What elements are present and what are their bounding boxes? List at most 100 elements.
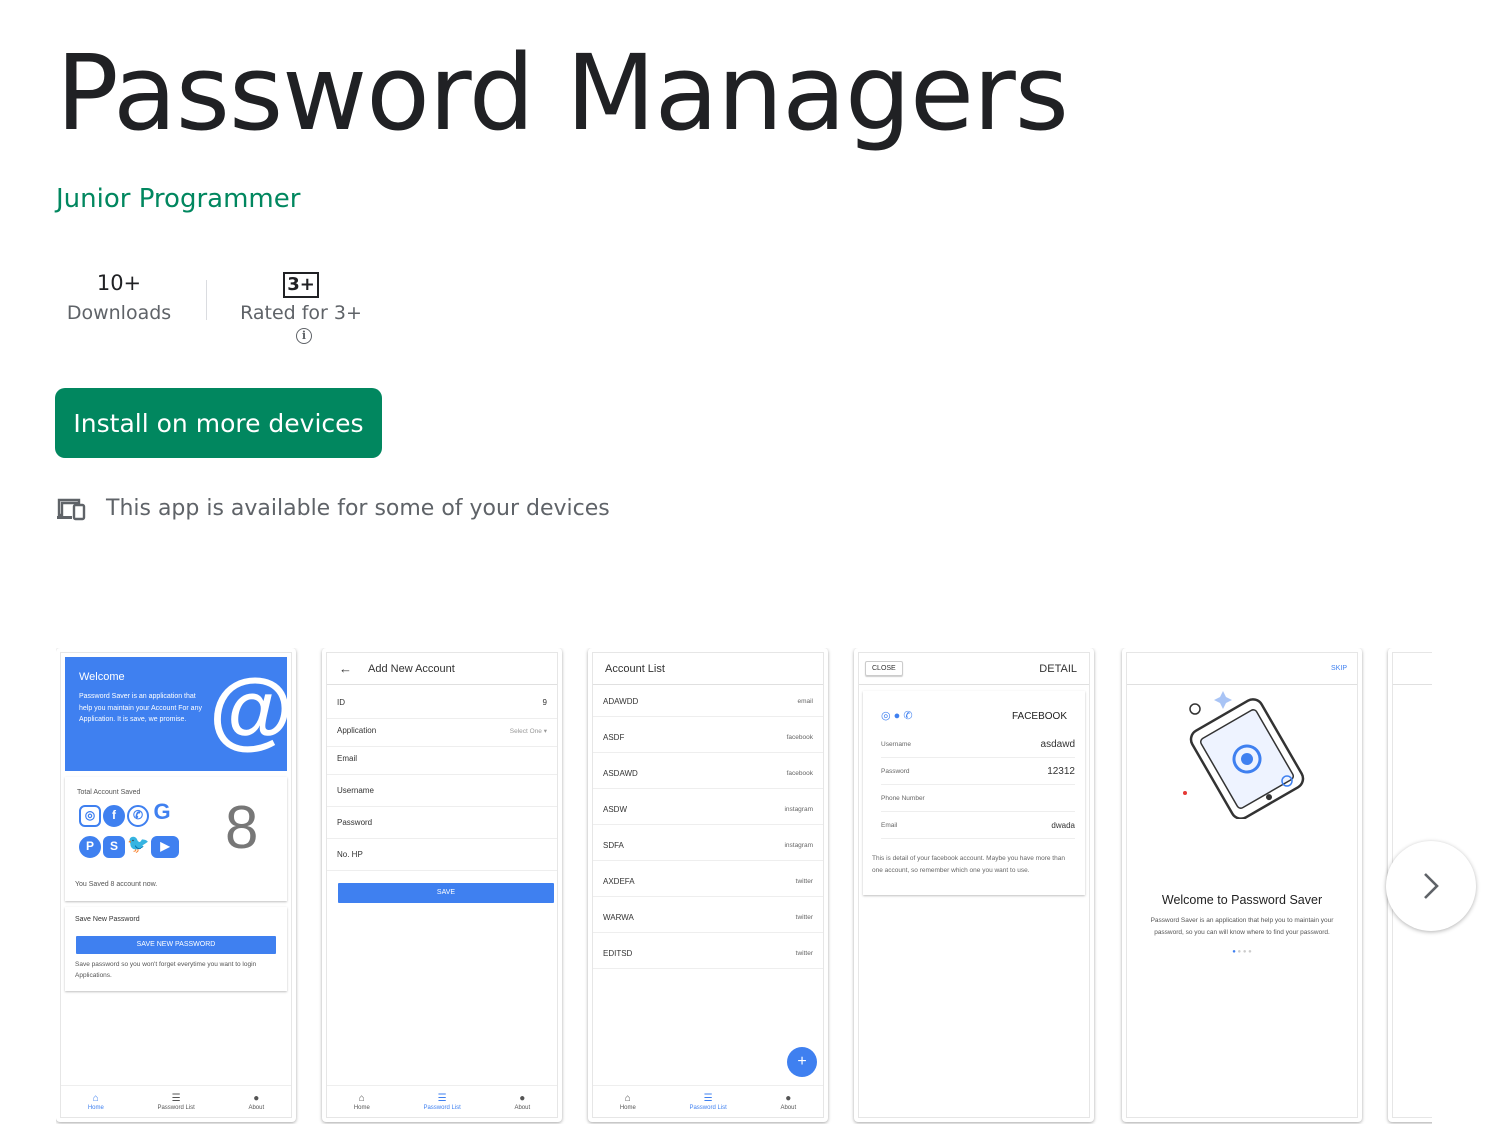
screenshot-5[interactable]: SKIP Welcome to Password Saver Password … — [1122, 648, 1362, 1122]
detail-row-phone: Phone Number — [881, 785, 1075, 812]
app-detail-page: Password Managers Junior Programmer 10+ … — [0, 0, 1504, 1144]
downloads-label: Downloads — [66, 302, 172, 324]
google-icon: G — [153, 799, 171, 824]
youtube-icon: ▶ — [151, 836, 179, 858]
bottom-nav: ⌂ Home ☰ Password List ● About — [61, 1085, 291, 1117]
instagram-icon: ◎ — [79, 805, 101, 827]
rating-label: Rated for 3+ — [240, 302, 362, 324]
chevron-right-icon — [1424, 873, 1439, 899]
list-item[interactable]: ASDF facebook — [593, 723, 823, 753]
account-count: 8 — [225, 794, 259, 861]
screenshot-1[interactable]: Welcome Password Saver is an application… — [56, 648, 296, 1122]
next-screenshot-button[interactable] — [1386, 841, 1476, 931]
detail-note: This is detail of your facebook account.… — [872, 855, 1065, 874]
nav-password-list[interactable]: ☰ Password List — [423, 1093, 460, 1111]
onboarding-text: Password Saver is an application that he… — [1150, 917, 1334, 936]
screenshot-4[interactable]: CLOSE DETAIL ◎ ● ✆ FACEBOOK Username asda… — [854, 648, 1094, 1122]
pinterest-icon: P — [79, 836, 101, 858]
availability-text: This app is available for some of your d… — [106, 496, 610, 521]
app-header: SKIP — [1127, 653, 1357, 685]
list-item[interactable]: EDITSD twitter — [593, 939, 823, 969]
detail-card: ◎ ● ✆ FACEBOOK Username asdawd Password 12… — [863, 691, 1085, 895]
nav-password-list[interactable]: ☰ Password List — [689, 1093, 726, 1111]
save-new-password-button[interactable]: SAVE NEW PASSWORD — [76, 936, 276, 954]
app-header: Account List — [593, 653, 823, 685]
downloads-stat: 10+ Downloads — [56, 268, 182, 324]
form-row-phone[interactable]: No. HP — [327, 839, 557, 871]
list-item[interactable]: ASDW instagram — [593, 795, 823, 825]
list-item[interactable]: SDFA instagram — [593, 831, 823, 861]
nav-home[interactable]: ⌂ Home — [88, 1093, 104, 1111]
bottom-nav: ⌂ Home ☰ Password List ● About — [327, 1085, 557, 1117]
app-title: Password Managers — [56, 32, 1069, 154]
list-item[interactable]: AXDEFA twitter — [593, 867, 823, 897]
list-item[interactable]: ASDAWD facebook — [593, 759, 823, 789]
stat-divider — [206, 280, 207, 320]
back-arrow-icon[interactable]: ← — [339, 661, 352, 676]
form-row-username[interactable]: Username — [327, 775, 557, 807]
screenshot-3[interactable]: Account List ADAWDD email ASDF facebook AS… — [588, 648, 828, 1122]
social-icons: ◎ ● ✆ — [881, 710, 913, 722]
app-header: CLOSE DETAIL — [859, 653, 1089, 685]
form-row-password[interactable]: Password — [327, 807, 557, 839]
page-indicator: ● ● ● ● — [1232, 949, 1252, 955]
list-icon: ☰ — [703, 1092, 713, 1104]
app-name: FACEBOOK — [1011, 711, 1067, 722]
saved-text: You Saved 8 account now. — [75, 881, 158, 888]
save-title: Save New Password — [75, 916, 140, 923]
list-item[interactable]: WARWA twitter — [593, 903, 823, 933]
detail-row-email: Email dwada — [881, 812, 1075, 839]
skip-button[interactable]: SKIP — [1331, 665, 1347, 672]
total-card: Total Account Saved ◎ f ✆ G P S 🐦 ▶ 8 You Save… — [65, 777, 287, 901]
social-icons: ◎ f ✆ G P S 🐦 ▶ — [79, 801, 199, 858]
detail-row-username: Username asdawd — [881, 731, 1075, 758]
home-icon: ⌂ — [358, 1092, 365, 1104]
developer-link[interactable]: Junior Programmer — [56, 184, 300, 214]
nav-home[interactable]: ⌂ Home — [620, 1093, 636, 1111]
info-circle-icon: ● — [253, 1092, 260, 1104]
info-icon[interactable]: i — [296, 328, 312, 344]
header-title: DETAIL — [1039, 662, 1077, 675]
content-rating-badge: 3+ — [283, 272, 319, 298]
list-item[interactable]: ADAWDD email — [593, 687, 823, 717]
info-circle-icon: ● — [785, 1092, 792, 1104]
app-header — [1393, 653, 1432, 685]
info-circle-icon: ● — [519, 1092, 526, 1104]
save-button[interactable]: SAVE — [338, 883, 554, 903]
facebook-icon: f — [103, 805, 125, 827]
whatsapp-icon: ✆ — [127, 805, 149, 827]
app-stats: 10+ Downloads 3+ Rated for 3+ i — [56, 268, 371, 346]
save-card: Save New Password SAVE NEW PASSWORD Save… — [65, 907, 287, 991]
home-icon: ⌂ — [624, 1092, 631, 1104]
availability-notice: This app is available for some of your d… — [56, 496, 610, 521]
nav-about[interactable]: ● About — [780, 1093, 796, 1111]
app-header: ← Add New Account — [327, 653, 557, 685]
header-title: Add New Account — [368, 662, 455, 675]
welcome-text: Password Saver is an application that he… — [79, 693, 202, 723]
list-icon: ☰ — [437, 1092, 447, 1104]
onboarding-title: Welcome to Password Saver — [1161, 893, 1323, 907]
at-icon: @ — [209, 662, 292, 758]
screenshot-2[interactable]: ← Add New Account ID 9 Application Select … — [322, 648, 562, 1122]
nav-home[interactable]: ⌂ Home — [354, 1093, 370, 1111]
skype-icon: S — [103, 836, 125, 858]
screenshot-carousel[interactable]: Welcome Password Saver is an application… — [56, 648, 1432, 1124]
form-row-email[interactable]: Email — [327, 743, 557, 775]
total-label: Total Account Saved — [77, 789, 141, 796]
save-note: Save password so you won't forget everyt… — [75, 961, 257, 979]
rating-stat[interactable]: 3+ Rated for 3+ i — [231, 268, 371, 346]
list-icon: ☰ — [171, 1092, 181, 1104]
nav-about[interactable]: ● About — [514, 1093, 530, 1111]
close-button[interactable]: CLOSE — [865, 661, 903, 676]
phone-illustration — [1183, 691, 1305, 819]
home-icon: ⌂ — [92, 1092, 99, 1104]
add-fab-button[interactable]: + — [787, 1047, 817, 1077]
header-title: Account List — [605, 662, 665, 675]
twitter-icon: 🐦 — [127, 834, 150, 854]
detail-row-password: Password 12312 — [881, 758, 1075, 785]
nav-password-list[interactable]: ☰ Password List — [157, 1093, 194, 1111]
install-button[interactable]: Install on more devices — [55, 388, 382, 458]
nav-about[interactable]: ● About — [248, 1093, 264, 1111]
downloads-value: 10+ — [96, 271, 142, 295]
devices-icon — [57, 498, 86, 520]
